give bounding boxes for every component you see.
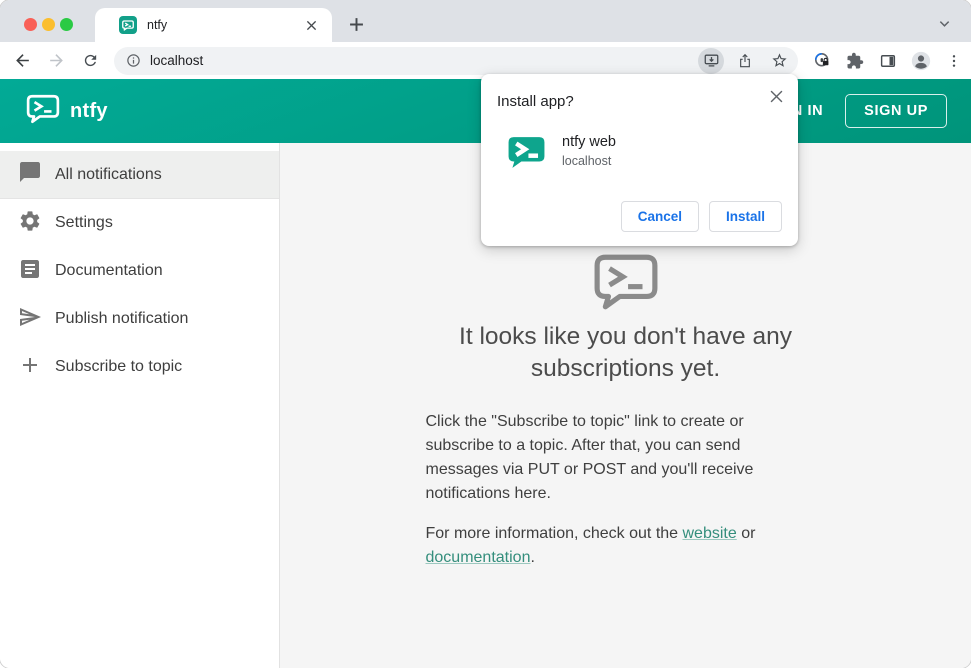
paragraph2-mid: or xyxy=(736,525,756,542)
extensions-puzzle-icon[interactable] xyxy=(843,49,867,73)
install-app-name: ntfy web xyxy=(562,134,616,150)
ntfy-favicon xyxy=(119,16,137,34)
install-app-origin: localhost xyxy=(562,154,612,168)
bookmark-star-icon[interactable] xyxy=(766,48,792,74)
address-bar[interactable]: localhost xyxy=(114,46,798,75)
sign-up-button[interactable]: SIGN UP xyxy=(845,94,947,128)
send-icon xyxy=(18,305,42,334)
sidebar-item-publish-notification[interactable]: Publish notification xyxy=(0,295,279,343)
empty-state: It looks like you don't have any subscri… xyxy=(426,253,826,570)
empty-paragraph-1: Click the "Subscribe to topic" link to c… xyxy=(425,413,754,502)
toolbar-extensions xyxy=(810,49,966,73)
install-app-info: ntfy web localhost xyxy=(506,132,782,173)
reload-icon[interactable] xyxy=(76,47,104,75)
traffic-light-minimize[interactable] xyxy=(42,17,55,31)
paragraph2-prefix: For more information, check out the xyxy=(425,525,683,542)
install-app-icon[interactable] xyxy=(698,47,724,74)
kebab-menu-icon[interactable] xyxy=(942,49,966,73)
install-button[interactable]: Install xyxy=(708,201,782,232)
sidebar-item-all-notifications[interactable]: All notifications xyxy=(0,151,279,199)
empty-paragraph-2: For more information, check out the webs… xyxy=(426,522,762,570)
tab-close-icon[interactable] xyxy=(302,16,320,34)
plus-icon xyxy=(18,353,42,382)
ntfy-logo-large-icon xyxy=(426,253,826,311)
address-url: localhost xyxy=(150,53,204,68)
extension-lock-icon[interactable] xyxy=(810,49,834,73)
install-app-texts: ntfy web localhost xyxy=(562,132,616,173)
empty-heading: It looks like you don't have any subscri… xyxy=(459,323,792,382)
documentation-link[interactable]: documentation xyxy=(426,549,531,566)
website-link[interactable]: website xyxy=(683,525,737,542)
sidebar-item-label: All notifications xyxy=(55,165,162,183)
back-icon[interactable] xyxy=(8,47,36,75)
profile-avatar-icon[interactable] xyxy=(909,49,933,73)
traffic-light-zoom[interactable] xyxy=(60,17,73,31)
share-icon[interactable] xyxy=(732,48,758,74)
document-icon xyxy=(18,257,42,286)
ntfy-app-icon xyxy=(506,132,547,173)
dialog-close-icon[interactable] xyxy=(766,86,786,106)
sidebar-item-documentation[interactable]: Documentation xyxy=(0,247,279,295)
info-icon[interactable] xyxy=(126,53,141,68)
sidebar-item-label: Documentation xyxy=(55,262,163,279)
sidebar: All notifications Settings Documentation xyxy=(0,143,280,668)
ntfy-logo-icon xyxy=(26,94,60,129)
brand-name: ntfy xyxy=(70,99,108,122)
side-panel-icon[interactable] xyxy=(876,49,900,73)
gear-icon xyxy=(18,209,42,238)
forward-icon[interactable] xyxy=(42,47,70,75)
traffic-light-close[interactable] xyxy=(24,17,37,31)
install-app-dialog: Install app? ntfy web localhost Cancel I… xyxy=(481,74,798,246)
sidebar-item-label: Subscribe to topic xyxy=(55,358,183,375)
cancel-button[interactable]: Cancel xyxy=(620,201,699,232)
browser-window: ntfy localhost ntfy IN SIGN UP All notif… xyxy=(0,0,971,668)
sidebar-item-label: Publish notification xyxy=(55,310,189,327)
browser-tab[interactable]: ntfy xyxy=(95,8,332,42)
install-dialog-buttons: Cancel Install xyxy=(620,201,782,232)
tab-search-chevron-icon[interactable] xyxy=(933,12,955,34)
sidebar-item-settings[interactable]: Settings xyxy=(0,199,279,247)
install-dialog-title: Install app? xyxy=(497,93,574,110)
sidebar-item-label: Settings xyxy=(55,214,113,231)
brand: ntfy xyxy=(26,94,108,129)
tab-strip: ntfy xyxy=(0,0,971,42)
new-tab-icon[interactable] xyxy=(344,12,368,36)
tab-title: ntfy xyxy=(147,18,168,32)
paragraph2-suffix: . xyxy=(530,549,535,566)
chat-bubble-icon xyxy=(18,160,42,189)
omnibox-actions xyxy=(698,47,792,74)
sidebar-item-subscribe-to-topic[interactable]: Subscribe to topic xyxy=(0,343,279,391)
